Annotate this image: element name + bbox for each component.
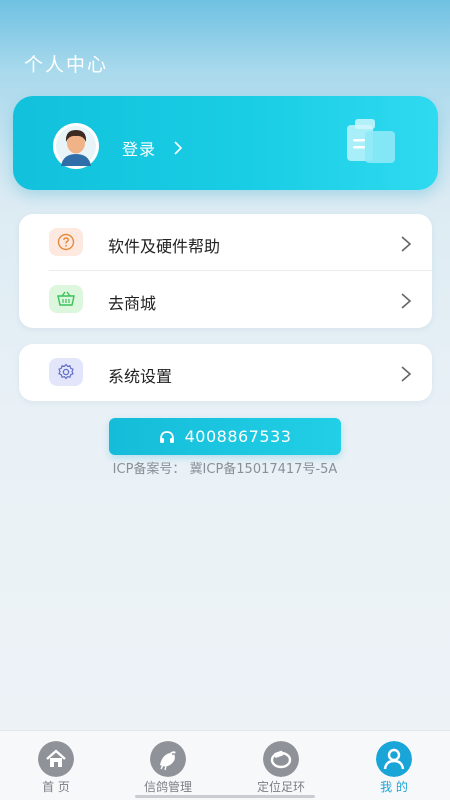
tab-mine[interactable]: 我 的 (338, 731, 450, 800)
tab-label: 信鸽管理 (143, 780, 192, 794)
ring-icon (263, 741, 299, 777)
help-icon (49, 228, 83, 256)
tab-pigeon-management[interactable]: 信鸽管理 (112, 731, 224, 800)
user-icon (376, 741, 412, 777)
tab-label: 定位足环 (256, 780, 305, 794)
login-link[interactable]: 登录 (122, 136, 184, 160)
menu-item-help[interactable]: 软件及硬件帮助 (19, 214, 432, 271)
menu-item-label: 系统设置 (108, 367, 173, 386)
bottom-tabbar: 首 页 信鸽管理 定位足环 我 的 (0, 730, 450, 800)
settings-card: 系统设置 (19, 344, 432, 401)
icp-record: ICP备案号： 冀ICP备15017417号-5A (112, 462, 338, 477)
document-icon (347, 119, 395, 163)
pigeon-icon (150, 741, 186, 777)
page-title: 个人中心 (24, 54, 109, 76)
chevron-right-icon (401, 366, 412, 382)
gear-icon (49, 358, 83, 386)
basket-icon (49, 285, 83, 313)
menu-item-shop[interactable]: 去商城 (19, 271, 432, 328)
tab-locator-ring[interactable]: 定位足环 (225, 731, 337, 800)
menu-item-settings[interactable]: 系统设置 (19, 344, 432, 401)
chevron-right-icon (174, 141, 183, 155)
home-indicator (135, 795, 315, 798)
menu-item-label: 去商城 (108, 294, 157, 313)
chevron-right-icon (401, 293, 412, 309)
tab-home[interactable]: 首 页 (0, 731, 112, 800)
headset-icon (159, 430, 174, 443)
tab-label: 我 的 (380, 780, 408, 794)
menu-item-label: 软件及硬件帮助 (108, 237, 221, 256)
call-hotline-button[interactable]: 4008867533 (109, 418, 341, 455)
chevron-right-icon (401, 236, 412, 252)
login-label: 登录 (122, 140, 157, 159)
hotline-number: 4008867533 (184, 427, 292, 446)
tab-label: 首 页 (42, 780, 70, 794)
home-icon (38, 741, 74, 777)
help-shop-card: 软件及硬件帮助 去商城 (19, 214, 432, 328)
avatar[interactable] (48, 122, 104, 170)
